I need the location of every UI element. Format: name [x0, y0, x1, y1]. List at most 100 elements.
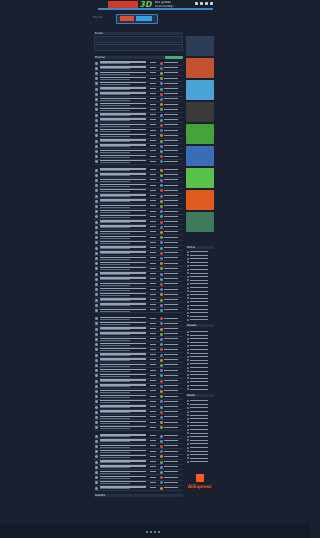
sidebar-item[interactable] [186, 250, 214, 253]
sidebar-item[interactable] [186, 460, 214, 463]
sidebar-item[interactable] [186, 388, 214, 391]
sidebar-item[interactable] [186, 380, 214, 383]
sidebar-item[interactable] [186, 286, 214, 289]
avatar [95, 173, 98, 177]
sidebar-item[interactable] [186, 453, 214, 456]
avatar [95, 337, 98, 341]
sidebar-item[interactable] [186, 384, 214, 387]
sidebar-item[interactable] [186, 300, 214, 303]
instagram-icon[interactable] [157, 531, 160, 533]
sidebar-ad[interactable] [186, 212, 214, 232]
facebook-icon[interactable] [146, 531, 148, 533]
sidebar-item[interactable] [186, 268, 214, 271]
sidebar-ad[interactable] [186, 80, 214, 100]
promo-banner[interactable] [116, 14, 158, 24]
sidebar-item[interactable] [186, 304, 214, 307]
sidebar-ad[interactable] [186, 168, 214, 188]
sidebar-item[interactable] [186, 446, 214, 449]
sidebar-item[interactable] [186, 362, 214, 365]
sidebar-item[interactable] [186, 337, 214, 340]
sidebar-item[interactable] [186, 311, 214, 314]
avatar [95, 246, 98, 250]
reply-count [150, 205, 156, 207]
topic-row[interactable] [94, 159, 183, 165]
sidebar-item[interactable] [186, 290, 214, 293]
search-icon[interactable] [195, 2, 198, 5]
topic-row[interactable] [94, 486, 183, 491]
sidebar-item[interactable] [186, 410, 214, 413]
sidebar-item[interactable] [186, 254, 214, 257]
sidebar-item[interactable] [186, 399, 214, 402]
sidebar-item[interactable] [186, 355, 214, 358]
bullet-icon [186, 341, 189, 344]
sidebar-item[interactable] [186, 370, 214, 373]
sidebar-item[interactable] [186, 318, 214, 321]
sidebar-item[interactable] [186, 308, 214, 311]
topic-meta [100, 386, 130, 388]
sidebar-item[interactable] [186, 406, 214, 409]
last-poster-avatar [160, 455, 163, 459]
last-post-info [164, 426, 178, 428]
sidebar-item[interactable] [186, 272, 214, 275]
sidebar-item[interactable] [186, 348, 214, 351]
menu-icon[interactable] [209, 2, 213, 5]
sidebar-ad[interactable] [186, 102, 214, 122]
last-poster-avatar [160, 272, 163, 276]
new-topic-button[interactable] [165, 56, 183, 59]
twitter-icon[interactable] [149, 531, 152, 533]
sidebar-item[interactable] [186, 257, 214, 260]
sidebar-ad[interactable] [186, 146, 214, 166]
last-post-info [164, 278, 178, 280]
sidebar-item[interactable] [186, 414, 214, 417]
sidebar-item[interactable] [186, 261, 214, 264]
last-poster-avatar [160, 246, 163, 250]
sidebar-ad[interactable] [186, 36, 214, 56]
sidebar-item[interactable] [186, 435, 214, 438]
last-post-info [164, 435, 178, 436]
avatar [95, 426, 98, 430]
sidebar-ad[interactable] [186, 58, 214, 78]
nav-strip[interactable] [98, 8, 213, 10]
sidebar-item[interactable] [186, 439, 214, 442]
user-icon[interactable] [199, 2, 203, 5]
breadcrumb[interactable]: Forum [93, 15, 103, 19]
sidebar-item[interactable] [186, 377, 214, 380]
last-poster-avatar [160, 155, 163, 159]
sidebar-item[interactable] [186, 352, 214, 355]
sidebar-item[interactable] [186, 442, 214, 445]
topic-meta [100, 279, 130, 281]
topic-meta [100, 391, 130, 393]
sidebar-item[interactable] [186, 373, 214, 376]
sidebar-item[interactable] [186, 428, 214, 431]
sidebar-item[interactable] [186, 366, 214, 369]
sidebar-item[interactable] [186, 330, 214, 333]
sidebar-item[interactable] [186, 264, 214, 267]
sidebar-item[interactable] [186, 334, 214, 337]
sidebar-item[interactable] [186, 450, 214, 453]
topic-row[interactable] [94, 425, 183, 431]
bell-icon[interactable] [204, 2, 208, 5]
sidebar-item[interactable] [186, 279, 214, 282]
sidebar-item[interactable] [186, 344, 214, 347]
topic-row[interactable] [94, 308, 183, 314]
sidebar-item[interactable] [186, 341, 214, 344]
sidebar-item[interactable] [186, 315, 214, 318]
sidebar-item[interactable] [186, 417, 214, 420]
sidebar-item[interactable] [186, 282, 214, 285]
sidebar-ad[interactable] [186, 124, 214, 144]
sidebar-item[interactable] [186, 421, 214, 424]
aliexpress-ad[interactable]: AliExpress [188, 472, 212, 494]
sidebar-item[interactable] [186, 275, 214, 278]
sidebar-item[interactable] [186, 359, 214, 362]
sidebar-item[interactable] [186, 403, 214, 406]
sidebar-item-label [190, 345, 208, 347]
sidebar-item[interactable] [186, 457, 214, 460]
sidebar-item[interactable] [186, 432, 214, 435]
last-poster-avatar [160, 204, 163, 208]
sidebar-item[interactable] [186, 293, 214, 296]
sidebar-item-label [190, 356, 208, 358]
youtube-icon[interactable] [153, 531, 156, 533]
sidebar-item[interactable] [186, 424, 214, 427]
sidebar-item[interactable] [186, 297, 214, 300]
sidebar-ad[interactable] [186, 190, 214, 210]
